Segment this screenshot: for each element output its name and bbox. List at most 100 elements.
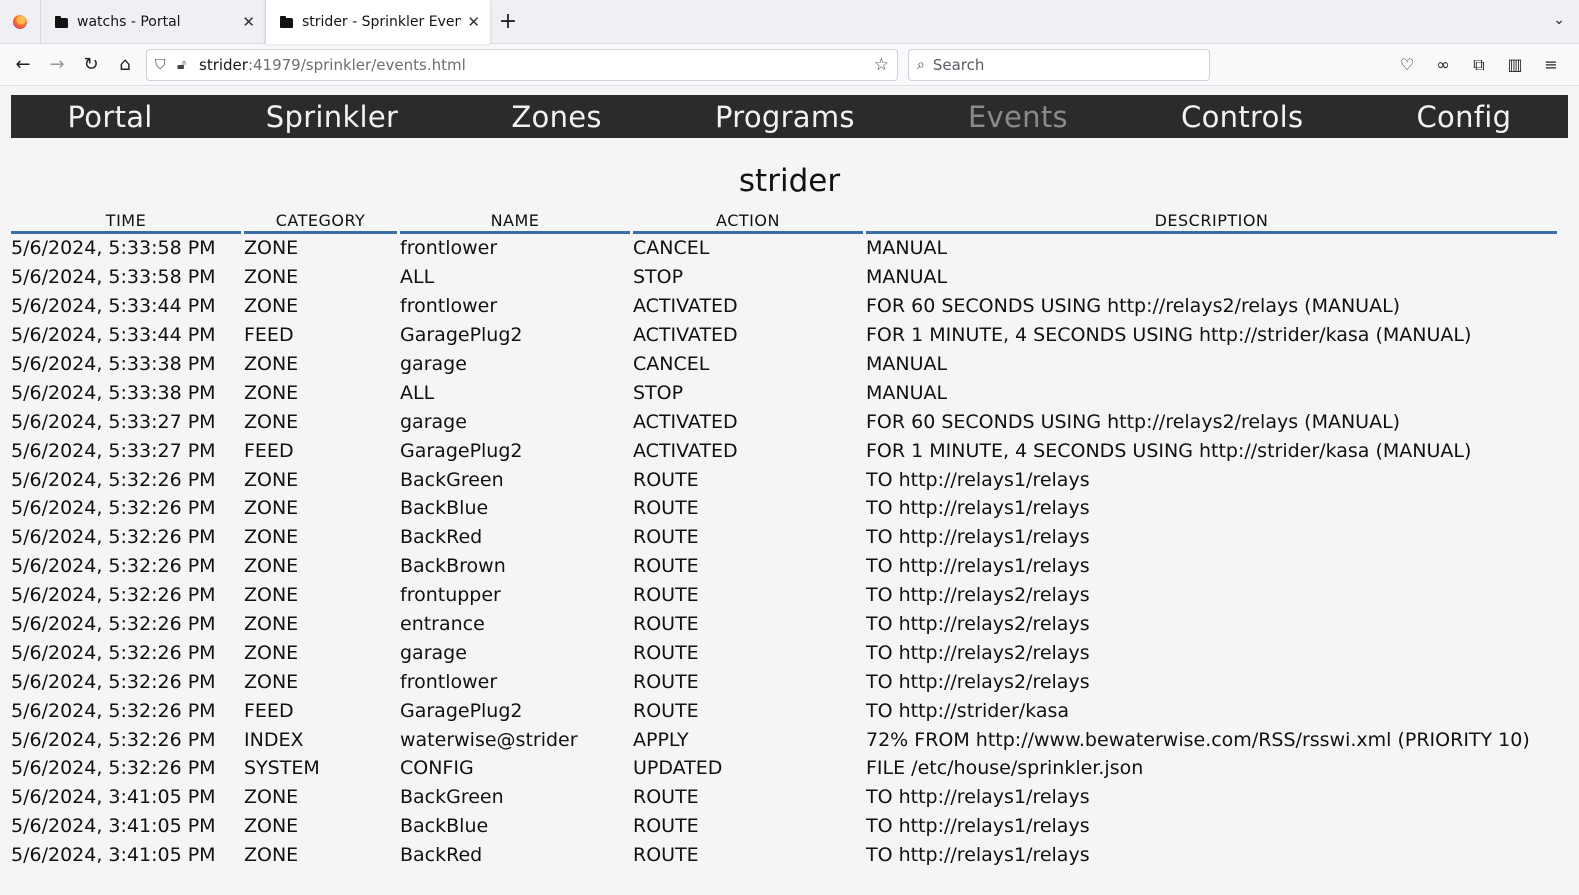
- event-description: TO http://relays2/relays: [866, 584, 1090, 607]
- chevron-down-icon[interactable]: ⌄: [1553, 12, 1565, 28]
- event-action: ROUTE: [633, 786, 699, 809]
- event-name: GaragePlug2: [400, 699, 523, 722]
- event-name: BackGreen: [400, 468, 504, 491]
- event-category: ZONE: [244, 381, 299, 404]
- event-category: FEED: [244, 699, 294, 722]
- page-content: Portal Sprinkler Zones Programs Events Contro…: [0, 86, 1579, 870]
- column-header-time: TIME: [11, 211, 241, 234]
- close-tab-icon[interactable]: ✕: [242, 13, 255, 31]
- menu-item-controls[interactable]: Controls: [1181, 100, 1303, 134]
- event-description: MANUAL: [866, 237, 948, 260]
- event-time: 5/6/2024, 5:32:26 PM: [11, 497, 216, 520]
- private-mask-icon[interactable]: ∞: [1425, 55, 1461, 74]
- event-name: BackBlue: [400, 497, 489, 520]
- event-category: ZONE: [244, 641, 299, 664]
- table-row: 5/6/2024, 5:33:27 PM FEED GaragePlug2 ACTIV…: [11, 436, 1557, 465]
- table-row: 5/6/2024, 5:33:38 PM ZONE garage CANCEL MANU…: [11, 350, 1557, 379]
- event-category: ZONE: [244, 555, 299, 578]
- event-name: BackRed: [400, 526, 483, 549]
- event-time: 5/6/2024, 5:33:27 PM: [11, 410, 216, 433]
- event-category: ZONE: [244, 353, 299, 375]
- event-action: ROUTE: [633, 497, 699, 520]
- event-action: UPDATED: [633, 757, 723, 780]
- menu-item-config[interactable]: Config: [1417, 100, 1512, 134]
- event-description: TO http://relays1/relays: [866, 786, 1090, 809]
- sidebar-icon[interactable]: ▥: [1497, 55, 1533, 74]
- event-description: TO http://relays1/relays: [866, 815, 1090, 838]
- back-button[interactable]: ←: [6, 48, 40, 82]
- hamburger-menu-icon[interactable]: ≡: [1533, 55, 1569, 74]
- event-name: garage: [400, 410, 467, 433]
- event-name: ALL: [400, 266, 435, 289]
- event-name: BackBlue: [400, 815, 489, 838]
- menu-item-zones[interactable]: Zones: [511, 100, 601, 134]
- bookmark-star-icon[interactable]: ☆: [874, 55, 889, 75]
- table-row: 5/6/2024, 5:32:26 PM FEED GaragePlug2 ROUTE…: [11, 696, 1557, 725]
- table-row: 5/6/2024, 5:33:58 PM ZONE ALL STOP MANUAL: [11, 263, 1557, 292]
- event-time: 5/6/2024, 3:41:05 PM: [11, 786, 216, 809]
- event-description: TO http://relays1/relays: [866, 468, 1090, 491]
- forward-button[interactable]: →: [40, 48, 74, 82]
- event-category: ZONE: [244, 613, 299, 636]
- event-category: ZONE: [244, 468, 299, 491]
- table-row: 5/6/2024, 5:33:44 PM ZONE frontlower ACTIVA…: [11, 292, 1557, 321]
- close-tab-icon[interactable]: ✕: [467, 13, 480, 31]
- insecure-lock-icon[interactable]: 🔓︎: [177, 57, 199, 73]
- table-row: 5/6/2024, 5:32:26 PM ZONE frontupper ROUTE T…: [11, 581, 1557, 610]
- table-row: 5/6/2024, 3:41:05 PM ZONE BackGreen ROUTE TO…: [11, 783, 1557, 812]
- event-name: frontlower: [400, 295, 498, 318]
- event-action: STOP: [633, 266, 684, 289]
- folder-icon: [280, 15, 293, 28]
- browser-tab-events[interactable]: strider - Sprinkler Events ✕: [265, 0, 490, 44]
- table-row: 5/6/2024, 5:32:26 PM ZONE BackBrown ROUTE TO…: [11, 552, 1557, 581]
- event-time: 5/6/2024, 5:32:26 PM: [11, 699, 216, 722]
- new-tab-button[interactable]: +: [490, 0, 526, 44]
- table-row: 5/6/2024, 5:32:26 PM ZONE entrance ROUTE TO …: [11, 610, 1557, 639]
- search-input[interactable]: ⌕ Search: [908, 48, 1210, 81]
- event-time: 5/6/2024, 5:32:26 PM: [11, 555, 216, 578]
- event-action: ROUTE: [633, 526, 699, 549]
- event-category: SYSTEM: [244, 757, 320, 780]
- event-description: TO http://relays1/relays: [866, 526, 1090, 549]
- menu-item-programs[interactable]: Programs: [715, 100, 855, 134]
- table-row: 5/6/2024, 5:32:26 PM INDEX waterwise@strid…: [11, 725, 1557, 754]
- event-action: CANCEL: [633, 237, 710, 260]
- home-button[interactable]: ⌂: [108, 48, 142, 82]
- menu-item-sprinkler[interactable]: Sprinkler: [266, 100, 399, 134]
- url-bar[interactable]: ⛉ 🔓︎ strider:41979/sprinkler/events.html…: [146, 48, 898, 81]
- event-action: ROUTE: [633, 584, 699, 607]
- event-time: 5/6/2024, 5:32:26 PM: [11, 613, 216, 636]
- menu-item-portal[interactable]: Portal: [68, 100, 153, 134]
- browser-tab-portal[interactable]: watchs - Portal ✕: [40, 0, 265, 44]
- table-header-row: TIME CATEGORY NAME ACTION DESCRIPTION: [11, 211, 1557, 234]
- event-action: ROUTE: [633, 468, 699, 491]
- table-row: 5/6/2024, 5:32:26 PM ZONE frontlower ROUTE T…: [11, 667, 1557, 696]
- event-name: GaragePlug2: [400, 324, 523, 347]
- event-action: ACTIVATED: [633, 410, 738, 433]
- firefox-logo-icon[interactable]: [0, 0, 40, 44]
- event-time: 5/6/2024, 5:33:38 PM: [11, 381, 216, 404]
- reload-button[interactable]: ↻: [74, 48, 108, 82]
- event-description: TO http://relays2/relays: [866, 613, 1090, 636]
- table-row: 5/6/2024, 5:32:26 PM ZONE BackRed ROUTE TO h…: [11, 523, 1557, 552]
- event-time: 5/6/2024, 5:33:27 PM: [11, 439, 216, 462]
- tab-title: watchs - Portal: [77, 13, 181, 30]
- menu-item-events[interactable]: Events: [968, 100, 1068, 134]
- table-row: 5/6/2024, 5:33:44 PM FEED GaragePlug2 ACTIV…: [11, 321, 1557, 350]
- event-action: CANCEL: [633, 353, 710, 375]
- extensions-icon[interactable]: ⧉: [1461, 55, 1497, 75]
- event-time: 5/6/2024, 3:41:05 PM: [11, 815, 216, 838]
- event-description: MANUAL: [866, 353, 948, 375]
- event-name: BackRed: [400, 844, 483, 867]
- event-category: ZONE: [244, 670, 299, 693]
- event-name: frontlower: [400, 670, 498, 693]
- pocket-icon[interactable]: ♡: [1389, 55, 1425, 74]
- event-description: FILE /etc/house/sprinkler.json: [866, 757, 1144, 780]
- event-time: 5/6/2024, 5:32:26 PM: [11, 728, 216, 751]
- shield-icon[interactable]: ⛉: [155, 57, 177, 73]
- event-category: ZONE: [244, 295, 299, 318]
- event-time: 5/6/2024, 5:32:26 PM: [11, 584, 216, 607]
- event-name: waterwise@strider: [400, 728, 578, 751]
- event-category: ZONE: [244, 410, 299, 433]
- browser-tab-bar: watchs - Portal ✕ strider - Sprinkler Ev…: [0, 0, 1579, 44]
